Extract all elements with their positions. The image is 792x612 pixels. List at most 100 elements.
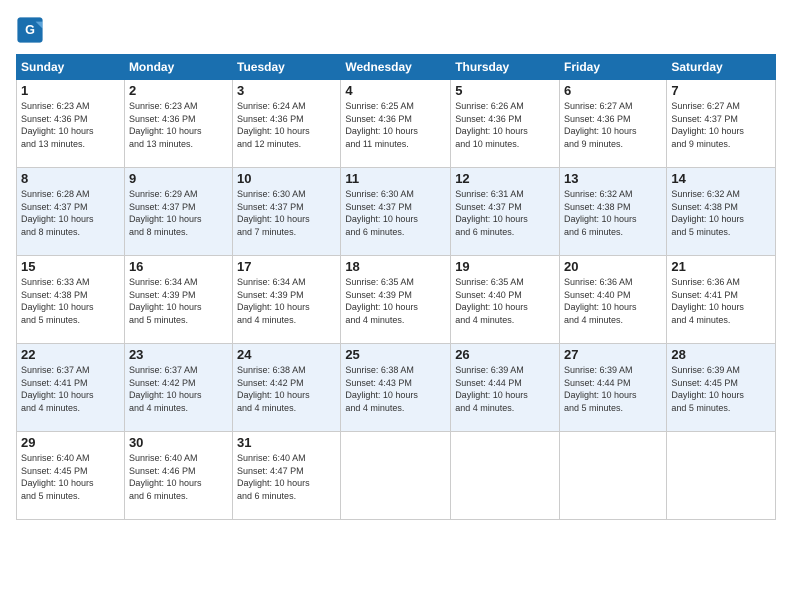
logo-icon: G [16,16,44,44]
day-header-thursday: Thursday [451,55,560,80]
calendar-cell: 23 Sunrise: 6:37 AM Sunset: 4:42 PM Dayli… [124,344,232,432]
calendar-cell: 5 Sunrise: 6:26 AM Sunset: 4:36 PM Daylig… [451,80,560,168]
calendar-cell [667,432,776,520]
calendar-cell: 20Sunrise: 6:36 AM Sunset: 4:40 PM Dayli… [560,256,667,344]
day-info: Sunrise: 6:30 AM Sunset: 4:37 PM Dayligh… [345,188,446,238]
day-header-saturday: Saturday [667,55,776,80]
calendar-cell: 29 Sunrise: 6:40 AM Sunset: 4:45 PM Dayli… [17,432,125,520]
day-info: Sunrise: 6:29 AM Sunset: 4:37 PM Dayligh… [129,188,228,238]
calendar-cell [341,432,451,520]
day-number: 26 [455,347,555,362]
day-info: Sunrise: 6:33 AM Sunset: 4:38 PM Dayligh… [21,276,120,326]
day-info: Sunrise: 6:36 AM Sunset: 4:40 PM Dayligh… [564,276,662,326]
day-number: 14 [671,171,771,186]
day-number: 9 [129,171,228,186]
day-header-friday: Friday [560,55,667,80]
day-info: Sunrise: 6:32 AM Sunset: 4:38 PM Dayligh… [564,188,662,238]
day-info: Sunrise: 6:32 AM Sunset: 4:38 PM Dayligh… [671,188,771,238]
day-info: Sunrise: 6:38 AM Sunset: 4:42 PM Dayligh… [237,364,336,414]
calendar-cell: 10Sunrise: 6:30 AM Sunset: 4:37 PM Dayli… [233,168,341,256]
day-header-monday: Monday [124,55,232,80]
day-header-sunday: Sunday [17,55,125,80]
calendar-cell: 26 Sunrise: 6:39 AM Sunset: 4:44 PM Dayli… [451,344,560,432]
day-number: 16 [129,259,228,274]
calendar-cell: 2 Sunrise: 6:23 AM Sunset: 4:36 PM Daylig… [124,80,232,168]
calendar-cell: 21 Sunrise: 6:36 AM Sunset: 4:41 PM Dayli… [667,256,776,344]
day-info: Sunrise: 6:31 AM Sunset: 4:37 PM Dayligh… [455,188,555,238]
day-number: 10 [237,171,336,186]
calendar-cell: 4 Sunrise: 6:25 AM Sunset: 4:36 PM Daylig… [341,80,451,168]
calendar-cell: 17 Sunrise: 6:34 AM Sunset: 4:39 PM Dayli… [233,256,341,344]
calendar-cell: 25 Sunrise: 6:38 AM Sunset: 4:43 PM Dayli… [341,344,451,432]
day-info: Sunrise: 6:35 AM Sunset: 4:39 PM Dayligh… [345,276,446,326]
day-number: 27 [564,347,662,362]
calendar-cell: 22 Sunrise: 6:37 AM Sunset: 4:41 PM Dayli… [17,344,125,432]
day-number: 19 [455,259,555,274]
calendar-cell: 31 Sunrise: 6:40 AM Sunset: 4:47 PM Dayli… [233,432,341,520]
calendar-cell: 9 Sunrise: 6:29 AM Sunset: 4:37 PM Daylig… [124,168,232,256]
day-number: 15 [21,259,120,274]
day-number: 7 [671,83,771,98]
day-number: 5 [455,83,555,98]
day-number: 6 [564,83,662,98]
day-info: Sunrise: 6:37 AM Sunset: 4:41 PM Dayligh… [21,364,120,414]
day-info: Sunrise: 6:40 AM Sunset: 4:47 PM Dayligh… [237,452,336,502]
day-number: 25 [345,347,446,362]
calendar-week-5: 29 Sunrise: 6:40 AM Sunset: 4:45 PM Dayli… [17,432,776,520]
calendar-cell: 13 Sunrise: 6:32 AM Sunset: 4:38 PM Dayli… [560,168,667,256]
day-number: 2 [129,83,228,98]
day-number: 23 [129,347,228,362]
day-info: Sunrise: 6:34 AM Sunset: 4:39 PM Dayligh… [237,276,336,326]
day-number: 30 [129,435,228,450]
day-number: 12 [455,171,555,186]
day-number: 13 [564,171,662,186]
day-number: 18 [345,259,446,274]
svg-text:G: G [25,23,35,37]
day-number: 28 [671,347,771,362]
day-info: Sunrise: 6:37 AM Sunset: 4:42 PM Dayligh… [129,364,228,414]
calendar-header-row: SundayMondayTuesdayWednesdayThursdayFrid… [17,55,776,80]
day-info: Sunrise: 6:23 AM Sunset: 4:36 PM Dayligh… [129,100,228,150]
calendar-week-2: 8Sunrise: 6:28 AM Sunset: 4:37 PM Daylig… [17,168,776,256]
logo: G [16,16,48,44]
calendar-cell [560,432,667,520]
day-number: 11 [345,171,446,186]
calendar-cell: 7 Sunrise: 6:27 AM Sunset: 4:37 PM Daylig… [667,80,776,168]
day-info: Sunrise: 6:27 AM Sunset: 4:36 PM Dayligh… [564,100,662,150]
day-info: Sunrise: 6:27 AM Sunset: 4:37 PM Dayligh… [671,100,771,150]
day-number: 29 [21,435,120,450]
day-info: Sunrise: 6:25 AM Sunset: 4:36 PM Dayligh… [345,100,446,150]
calendar-cell: 3Sunrise: 6:24 AM Sunset: 4:36 PM Daylig… [233,80,341,168]
day-info: Sunrise: 6:39 AM Sunset: 4:44 PM Dayligh… [564,364,662,414]
day-info: Sunrise: 6:40 AM Sunset: 4:45 PM Dayligh… [21,452,120,502]
calendar-cell: 27 Sunrise: 6:39 AM Sunset: 4:44 PM Dayli… [560,344,667,432]
day-info: Sunrise: 6:38 AM Sunset: 4:43 PM Dayligh… [345,364,446,414]
day-number: 21 [671,259,771,274]
calendar-cell: 28Sunrise: 6:39 AM Sunset: 4:45 PM Dayli… [667,344,776,432]
calendar-week-3: 15 Sunrise: 6:33 AM Sunset: 4:38 PM Dayli… [17,256,776,344]
calendar-cell: 11 Sunrise: 6:30 AM Sunset: 4:37 PM Dayli… [341,168,451,256]
day-number: 4 [345,83,446,98]
day-info: Sunrise: 6:40 AM Sunset: 4:46 PM Dayligh… [129,452,228,502]
day-info: Sunrise: 6:39 AM Sunset: 4:44 PM Dayligh… [455,364,555,414]
calendar-cell: 24 Sunrise: 6:38 AM Sunset: 4:42 PM Dayli… [233,344,341,432]
calendar-cell: 8Sunrise: 6:28 AM Sunset: 4:37 PM Daylig… [17,168,125,256]
day-info: Sunrise: 6:24 AM Sunset: 4:36 PM Dayligh… [237,100,336,150]
day-number: 31 [237,435,336,450]
day-info: Sunrise: 6:35 AM Sunset: 4:40 PM Dayligh… [455,276,555,326]
calendar-cell: 30 Sunrise: 6:40 AM Sunset: 4:46 PM Dayli… [124,432,232,520]
day-number: 22 [21,347,120,362]
header: G [16,16,776,44]
day-number: 1 [21,83,120,98]
calendar-cell: 6 Sunrise: 6:27 AM Sunset: 4:36 PM Daylig… [560,80,667,168]
day-number: 17 [237,259,336,274]
calendar-cell: 18 Sunrise: 6:35 AM Sunset: 4:39 PM Dayli… [341,256,451,344]
day-info: Sunrise: 6:36 AM Sunset: 4:41 PM Dayligh… [671,276,771,326]
day-info: Sunrise: 6:26 AM Sunset: 4:36 PM Dayligh… [455,100,555,150]
day-info: Sunrise: 6:34 AM Sunset: 4:39 PM Dayligh… [129,276,228,326]
calendar-week-1: 1 Sunrise: 6:23 AM Sunset: 4:36 PM Daylig… [17,80,776,168]
calendar-week-4: 22 Sunrise: 6:37 AM Sunset: 4:41 PM Dayli… [17,344,776,432]
day-number: 24 [237,347,336,362]
day-number: 8 [21,171,120,186]
calendar-cell: 14 Sunrise: 6:32 AM Sunset: 4:38 PM Dayli… [667,168,776,256]
